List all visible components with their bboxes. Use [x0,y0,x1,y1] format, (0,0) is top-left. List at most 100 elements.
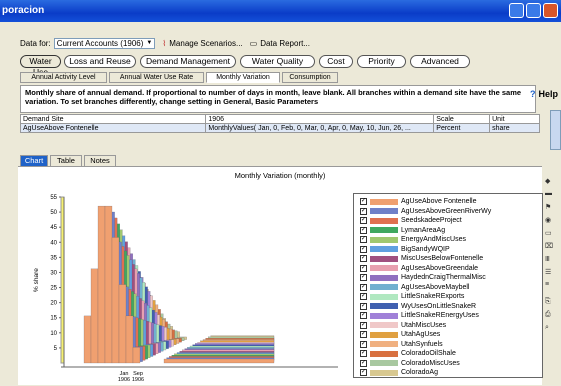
legend-label: SeedskadeeProject [401,217,462,224]
chart-legend: ✓ AgUseAbove Fontenelle ✓ AgUsesAboveGreenR… [353,193,543,378]
legend-item[interactable]: ✓ LittleSnakeRExports [360,292,464,301]
data-for-label: Data for: [20,38,51,48]
grid-header-row: Demand Site 1906 Scale Unit [19,114,540,124]
legend-item[interactable]: ✓ LittleSnakeREnergyUses [360,311,479,320]
zoom-icon[interactable]: ⌕ [545,324,559,334]
grid-cell-expression[interactable]: MonthlyValues( Jan, 0, Feb, 0, Mar, 0, A… [205,123,435,133]
close-icon[interactable] [543,3,558,18]
window-title: poracion [2,5,45,16]
legend-item[interactable]: ✓ SeedskadeeProject [360,216,462,225]
legend-label: HaydednCraigThermalMisc [401,274,486,281]
legend-item[interactable]: ✓ UtahSynfuels [360,340,443,349]
legend-item[interactable]: ✓ AgUseAbove Fontenelle [360,197,477,206]
tab-loss-and-reuse[interactable]: Loss and Reuse [64,55,136,68]
legend-item[interactable]: ✓ EnergyAndMiscUses [360,235,466,244]
print-icon[interactable]: ⎙ [545,311,559,321]
legend-swatch [370,255,398,262]
table-row[interactable]: AgUseAbove Fontenelle MonthlyValues( Jan… [19,123,540,133]
legend-item[interactable]: ✓ AgUsesAboveMaybell [360,283,469,292]
help-button[interactable]: ? Help [530,89,558,99]
y-tick-label: 10 [50,331,57,337]
chart-tool-icon[interactable]: ▬ [545,190,559,200]
legend-checkbox[interactable]: ✓ [360,302,367,310]
chart-tool-icon[interactable]: ◆ [545,177,559,187]
legend-checkbox[interactable]: ✓ [360,245,367,253]
y-tick-label: 5 [54,346,58,352]
chevron-down-icon: ▼ [146,40,153,46]
legend-swatch [370,312,398,319]
chart-tool-icon[interactable]: ▭ [545,229,559,239]
legend-checkbox[interactable]: ✓ [360,226,367,234]
legend-label: UtahSynfuels [401,340,443,348]
chart-tool-icon[interactable]: ⌧ [545,242,559,252]
chart-tool-icon[interactable]: Ⅲ [545,255,559,265]
legend-checkbox[interactable]: ✓ [360,198,367,205]
legend-checkbox[interactable]: ✓ [360,321,367,329]
minimize-icon[interactable] [509,3,524,18]
chart-panel: Monthly Variation (monthly) 5 10 15 20 25 30 3… [18,166,543,385]
legend-item[interactable]: ✓ LymanAreaAg [360,226,445,235]
subtab-monthly-variation[interactable]: Monthly Variation [206,72,280,83]
legend-checkbox[interactable]: ✓ [360,236,367,243]
grid-cell-demand-site[interactable]: AgUseAbove Fontenelle [19,123,207,133]
manage-scenarios-button[interactable]: Manage Scenarios... [169,39,242,48]
tab-water-quality[interactable]: Water Quality [240,55,315,68]
copy-icon[interactable]: ⎘ [545,298,559,308]
tab-cost[interactable]: Cost [319,55,353,68]
legend-item[interactable]: ✓ UtahMiscUses [360,321,446,330]
legend-item[interactable]: ✓ AgUsesAboveGreenRiverWy [360,207,491,216]
legend-swatch [370,322,398,328]
tab-demand-management[interactable]: Demand Management [140,55,236,68]
legend-checkbox[interactable]: ✓ [360,350,367,357]
legend-item[interactable]: ✓ MiscUsesBelowFontenelle [360,254,483,263]
legend-item[interactable]: ✓ WyUsesOnLittleSnakeR [360,302,476,311]
subtab-annual-activity-level[interactable]: Annual Activity Level [20,72,107,83]
legend-label: AgUseAbove Fontenelle [401,198,477,205]
subtab-consumption[interactable]: Consumption [282,72,338,83]
y-tick-label: 30 [50,270,57,276]
subtab-annual-water-use-rate[interactable]: Annual Water Use Rate [109,72,204,83]
legend-item[interactable]: ✓ ColoradoMiscUses [360,359,460,368]
legend-checkbox[interactable]: ✓ [360,255,367,262]
legend-checkbox[interactable]: ✓ [360,340,367,348]
legend-checkbox[interactable]: ✓ [360,217,367,224]
legend-swatch [370,236,398,243]
legend-checkbox[interactable]: ✓ [360,264,367,272]
legend-item[interactable]: ✓ HaydednCraigThermalMisc [360,273,486,282]
legend-item[interactable]: ✓ ColoradoAg [360,368,438,377]
data-grid: Demand Site 1906 Scale Unit AgUseAbove F… [19,114,540,133]
chart-tool-icon[interactable]: ☰ [545,268,559,278]
chart-bar [104,205,113,364]
legend-checkbox[interactable]: ✓ [360,359,367,367]
grid-scrollbar[interactable] [550,110,561,150]
chart-tool-icon[interactable]: ≡ [545,281,559,291]
legend-checkbox[interactable]: ✓ [360,283,367,291]
chart-bar [118,284,127,364]
chart-tool-icon[interactable]: ⚑ [545,203,559,213]
scenario-select[interactable]: Current Accounts (1906) ▼ [53,37,156,49]
legend-swatch [370,350,398,357]
window-titlebar: poracion [0,0,561,22]
tab-water-use[interactable]: Water Use [20,55,61,77]
legend-item[interactable]: ✓ BigSandyWQIP [360,245,450,254]
legend-item[interactable]: ✓ AgUsesAboveGreendale [360,264,478,273]
legend-checkbox[interactable]: ✓ [360,369,367,376]
tab-priority[interactable]: Priority [357,55,406,68]
data-report-button[interactable]: Data Report... [260,39,310,48]
grid-cell-scale[interactable]: Percent [433,123,491,133]
chart-tool-icon[interactable]: ◉ [545,216,559,226]
legend-checkbox[interactable]: ✓ [360,207,367,215]
tab-advanced[interactable]: Advanced [410,55,470,68]
legend-swatch [370,303,398,309]
grid-header-demand-site: Demand Site [19,114,207,124]
legend-checkbox[interactable]: ✓ [360,331,367,338]
legend-checkbox[interactable]: ✓ [360,274,367,281]
legend-label: AgUsesAboveGreendale [401,264,479,272]
legend-checkbox[interactable]: ✓ [360,312,367,319]
legend-item[interactable]: ✓ ColoradoOilShale [360,349,456,358]
legend-item[interactable]: ✓ UtahAgUses [360,330,440,339]
legend-checkbox[interactable]: ✓ [360,293,367,300]
chart-bar [132,347,141,364]
maximize-icon[interactable] [526,3,541,18]
grid-cell-unit[interactable]: share [489,123,540,133]
